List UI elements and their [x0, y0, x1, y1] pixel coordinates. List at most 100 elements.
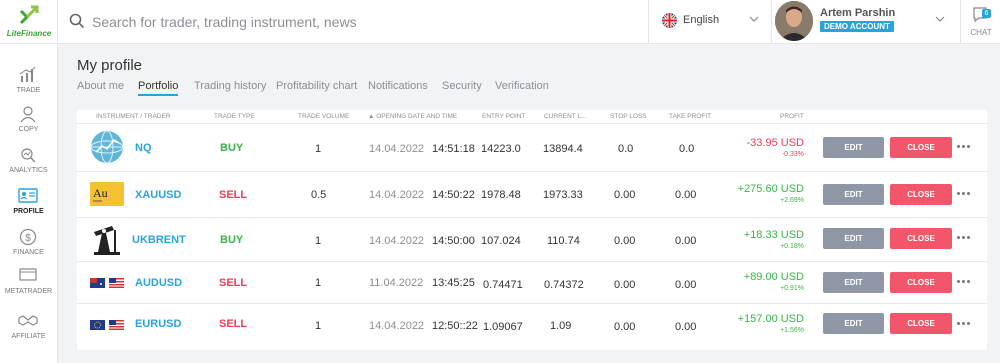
column-header-trade-type[interactable]: TRADE TYPE — [214, 113, 255, 120]
edit-button[interactable]: EDIT — [823, 137, 884, 158]
column-header-entry-point[interactable]: ENTRY POINT — [482, 113, 525, 120]
column-header-instrument[interactable]: INSTRUMENT / TRADER — [96, 113, 171, 120]
column-header-stop-loss[interactable]: STOP LOSS — [610, 113, 647, 120]
entry-point: 0.74471 — [483, 279, 523, 291]
trade-type: BUY — [220, 234, 244, 246]
opening-date: 11.04.2022 — [369, 277, 424, 289]
instrument-symbol[interactable]: XAUUSD — [135, 189, 181, 201]
tab-portfolio[interactable]: Portfolio — [138, 80, 179, 96]
profit-percent: +1.56% — [780, 327, 804, 334]
opening-date: 14.04.2022 — [369, 143, 425, 155]
edit-button[interactable]: EDIT — [823, 313, 884, 334]
analytics-icon — [21, 148, 36, 163]
dollar-circle-icon: $ — [19, 228, 37, 246]
trade-volume: 1 — [315, 277, 322, 289]
table-row[interactable]: NQ BUY 1 14.04.2022 14:51:18 14223.0 138… — [77, 124, 987, 172]
user-menu[interactable]: Artem Parshin DEMO ACCOUNT — [773, 0, 961, 44]
sidebar-item-metatrader[interactable]: METATRADER — [0, 267, 57, 303]
sidebar-item-copy[interactable]: COPY — [0, 105, 57, 141]
sidebar-item-affiliate[interactable]: AFFILIATE — [0, 312, 57, 348]
trade-volume: 1 — [315, 235, 322, 247]
sidebar-item-label: COPY — [18, 126, 39, 133]
edit-button[interactable]: EDIT — [823, 272, 884, 293]
opening-date: 14.04.2022 — [369, 235, 425, 247]
entry-point: 14223.0 — [481, 143, 521, 155]
top-bar: LiteFinance English — [0, 0, 1000, 44]
take-profit: 0.00 — [675, 235, 697, 247]
entry-point: 1.09067 — [483, 321, 523, 333]
language-selector[interactable]: English — [648, 0, 772, 44]
profit-value: -33.95 USD — [746, 137, 804, 149]
entry-point: 1978.48 — [481, 189, 521, 201]
profit-percent: +0.18% — [780, 243, 804, 250]
more-options-icon[interactable] — [957, 279, 971, 285]
sidebar-item-finance[interactable]: $ FINANCE — [0, 228, 57, 264]
logo[interactable]: LiteFinance — [0, 0, 58, 44]
oil-pump-icon — [94, 226, 120, 255]
column-header-take-profit[interactable]: TAKE PROFIT — [669, 113, 711, 120]
instrument-symbol[interactable]: NQ — [135, 142, 152, 154]
sidebar-item-label: ANALYTICS — [9, 167, 48, 174]
column-header-opening-date[interactable]: ▲ OPENING DATE AND TIME — [368, 113, 457, 120]
tab-verification[interactable]: Verification — [495, 80, 549, 92]
instrument-symbol[interactable]: UKBRENT — [132, 234, 186, 246]
sidebar-item-label: METATRADER — [4, 288, 53, 295]
column-header-current-level[interactable]: CURRENT L... — [544, 113, 587, 120]
close-button[interactable]: CLOSE — [890, 313, 952, 334]
table-row[interactable]: UKBRENT BUY 1 14.04.2022 14:50:00 107.02… — [77, 218, 987, 262]
instrument-symbol[interactable]: AUDUSD — [135, 277, 182, 289]
close-button[interactable]: CLOSE — [890, 184, 952, 205]
more-options-icon[interactable] — [957, 191, 971, 197]
stop-loss: 0.00 — [614, 279, 636, 291]
trade-volume: 0.5 — [311, 189, 327, 201]
profit-value: +157.00 USD — [737, 313, 804, 325]
portfolio-table: INSTRUMENT / TRADER TRADE TYPE TRADE VOL… — [77, 110, 987, 350]
column-header-trade-volume[interactable]: TRADE VOLUME — [298, 113, 349, 120]
opening-time: 14:51:18 — [432, 143, 475, 155]
profit-percent: -0.33% — [781, 151, 804, 158]
opening-time: 14:50:22 — [432, 189, 475, 201]
profit-percent: +0.91% — [780, 285, 804, 292]
sidebar-item-label: AFFILIATE — [11, 333, 46, 340]
stop-loss: 0.00 — [614, 189, 636, 201]
opening-date: 14.04.2022 — [369, 189, 425, 201]
close-button[interactable]: CLOSE — [890, 272, 952, 293]
instrument-symbol[interactable]: EURUSD — [135, 318, 181, 330]
search-input[interactable] — [92, 12, 492, 32]
tab-trading-history[interactable]: Trading history — [194, 80, 266, 92]
eur-usd-flags-icon — [90, 320, 124, 330]
tab-notifications[interactable]: Notifications — [368, 80, 428, 92]
handshake-icon — [18, 315, 38, 326]
tab-profitability-chart[interactable]: Profitability chart — [276, 80, 357, 92]
more-options-icon[interactable] — [957, 235, 971, 241]
column-header-profit[interactable]: PROFIT — [780, 113, 804, 120]
chat-button[interactable]: 6 CHAT — [962, 0, 1000, 44]
search-icon[interactable] — [69, 13, 85, 29]
table-row[interactable]: Au XAUUSD SELL 0.5 14.04.2022 14:50:22 1… — [77, 172, 987, 218]
stop-loss: 0.0 — [618, 143, 634, 155]
sidebar-item-trade[interactable]: TRADE — [0, 66, 57, 102]
gold-icon-text: Au — [93, 186, 108, 200]
table-row[interactable]: AUDUSD SELL 1 11.04.2022 13:45:25 0.7447… — [77, 262, 987, 304]
sidebar-item-label: PROFILE — [13, 208, 44, 215]
sidebar-item-label: FINANCE — [13, 249, 44, 256]
stop-loss: 0.00 — [614, 235, 636, 247]
edit-button[interactable]: EDIT — [823, 184, 884, 205]
take-profit: 0.0 — [679, 143, 695, 155]
close-button[interactable]: CLOSE — [890, 137, 952, 158]
close-button[interactable]: CLOSE — [890, 228, 952, 249]
more-options-icon[interactable] — [957, 321, 971, 327]
sidebar-item-profile[interactable]: PROFILE — [0, 187, 57, 223]
entry-point: 107.024 — [481, 235, 521, 247]
opening-time: 14:50:00 — [432, 235, 475, 247]
table-row[interactable]: EURUSD SELL 1 14.04.2022 12:50::22 1.090… — [77, 304, 987, 346]
tab-security[interactable]: Security — [442, 80, 482, 92]
trade-volume: 1 — [315, 320, 322, 332]
edit-button[interactable]: EDIT — [823, 228, 884, 249]
profit-percent: +2.69% — [780, 197, 804, 204]
table-header: INSTRUMENT / TRADER TRADE TYPE TRADE VOL… — [77, 110, 987, 124]
sidebar-item-analytics[interactable]: ANALYTICS — [0, 146, 57, 182]
tab-about-me[interactable]: About me — [77, 80, 124, 92]
trade-volume: 1 — [315, 143, 322, 155]
more-options-icon[interactable] — [957, 144, 971, 150]
